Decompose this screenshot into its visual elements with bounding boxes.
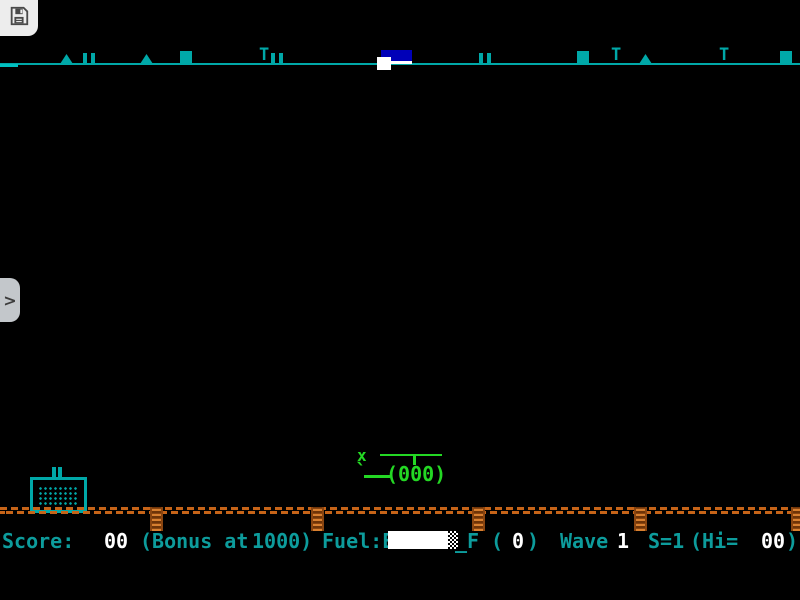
status-segment: 0 bbox=[512, 530, 524, 552]
radar-marker-square bbox=[780, 51, 792, 64]
status-bar: Score: 00 (Bonus at1000) Fuel:E _F (0) Wave 1 S=… bbox=[0, 528, 800, 554]
depot-dotted-fill bbox=[38, 486, 79, 505]
radar-marker-square bbox=[180, 51, 192, 64]
radar-marker-tee: T bbox=[611, 47, 621, 64]
radar-player-indicator bbox=[377, 50, 413, 71]
status-segment: Score: bbox=[2, 530, 74, 552]
status-segment: 00 bbox=[761, 530, 785, 552]
status-segment: Fuel:E bbox=[322, 530, 394, 552]
helicopter-rotor bbox=[380, 454, 442, 456]
helicopter-sprite: x ` (000) bbox=[350, 445, 460, 490]
radar-line-left-segment bbox=[0, 64, 18, 67]
helicopter-body: (000) bbox=[386, 464, 446, 484]
status-segment: _F bbox=[455, 530, 479, 552]
radar-marker-square bbox=[577, 51, 589, 64]
floppy-disk-icon bbox=[8, 5, 30, 31]
status-segment: ) bbox=[786, 530, 798, 552]
radar-marker-triangle bbox=[639, 54, 652, 64]
status-segment: 00 bbox=[104, 530, 128, 552]
status-segment: S=1 bbox=[648, 530, 684, 552]
status-segment: Wave bbox=[560, 530, 608, 552]
radar-marker-bars bbox=[271, 53, 283, 64]
fuel-gauge-dither-edge bbox=[448, 531, 458, 549]
status-segment: (Hi= bbox=[690, 530, 738, 552]
player-indicator-white-square bbox=[377, 57, 391, 70]
radar-marker-triangle bbox=[140, 54, 153, 64]
status-segment: 1 bbox=[617, 530, 629, 552]
radar-marker-tee: T bbox=[259, 47, 269, 64]
chevron-right-icon: > bbox=[3, 291, 16, 310]
status-segment: ( bbox=[491, 530, 503, 552]
ground-dash-row bbox=[0, 507, 800, 510]
status-segment: 1000) bbox=[252, 530, 312, 552]
status-segment: ) bbox=[527, 530, 539, 552]
helicopter-skid: ` bbox=[355, 461, 367, 481]
status-segment: (Bonus at bbox=[140, 530, 248, 552]
player-indicator-line bbox=[390, 61, 412, 64]
fuel-gauge-bar bbox=[388, 531, 448, 549]
save-state-button[interactable] bbox=[0, 0, 38, 36]
radar-marker-bars bbox=[479, 53, 491, 64]
radar-marker-triangle bbox=[60, 54, 73, 64]
radar-marker-tee: T bbox=[719, 47, 729, 64]
ground-dash-row bbox=[0, 511, 800, 514]
radar-marker-bars bbox=[83, 53, 95, 64]
sidebar-expand-toggle[interactable]: > bbox=[0, 278, 20, 322]
